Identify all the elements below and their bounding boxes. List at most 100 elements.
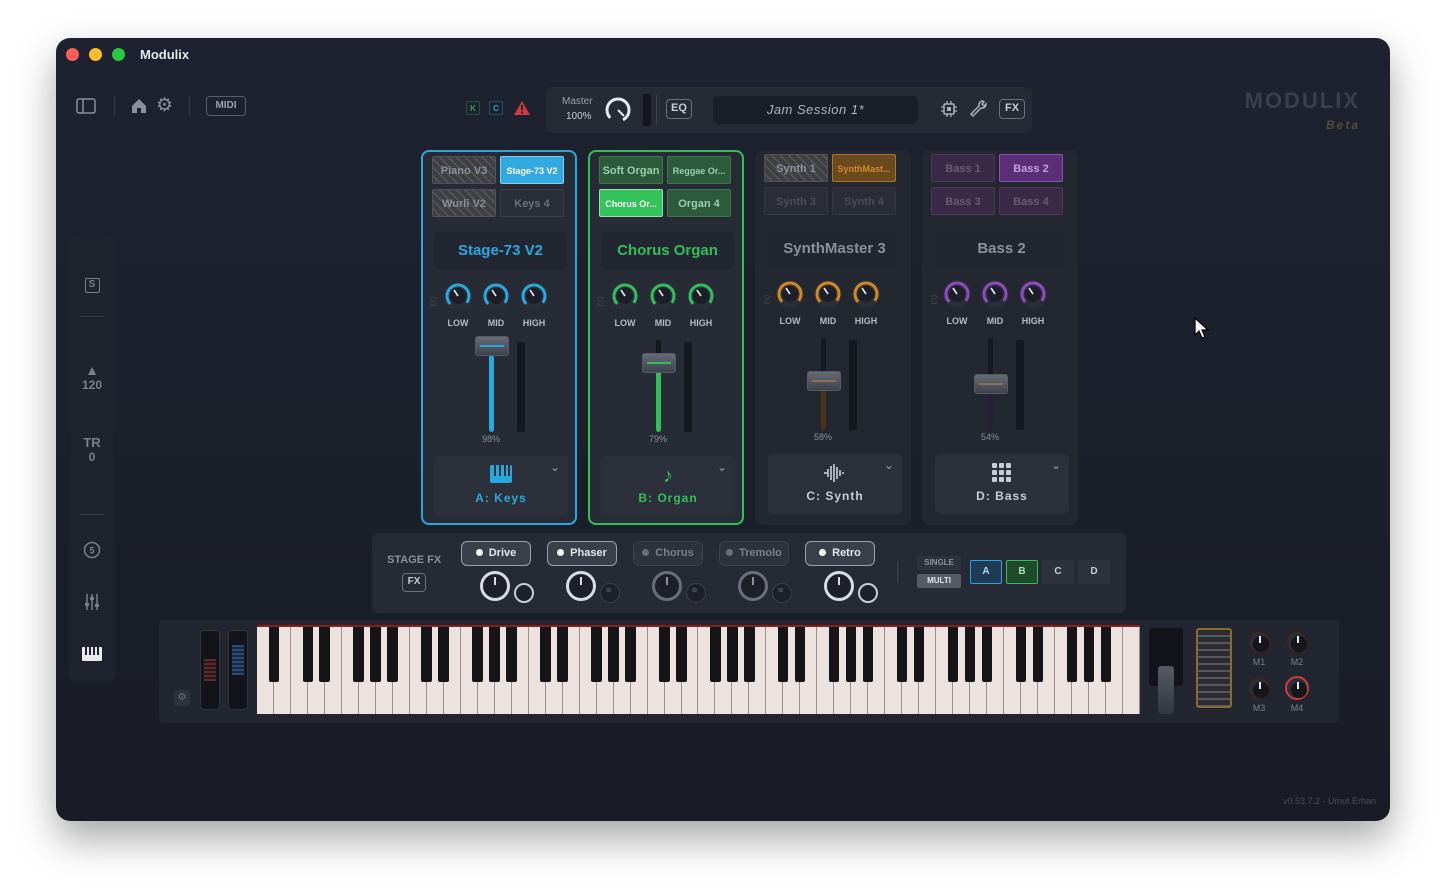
eq-knob[interactable] xyxy=(520,282,548,310)
black-key[interactable] xyxy=(727,627,738,682)
black-key[interactable] xyxy=(472,627,483,682)
black-key[interactable] xyxy=(777,627,789,682)
tempo-value[interactable]: 120 xyxy=(69,378,115,392)
fx-toggle-button[interactable]: Tremolo xyxy=(719,541,789,566)
black-key[interactable] xyxy=(896,627,908,682)
cpu-chip-icon[interactable] xyxy=(940,100,958,123)
preset-slot[interactable]: Synth 4 xyxy=(832,187,896,215)
settings-gear-icon[interactable]: ⚙ xyxy=(156,96,173,115)
metronome-icon[interactable]: ▲ xyxy=(69,362,115,378)
pitch-slider-track[interactable] xyxy=(1149,628,1183,714)
preset-slot[interactable]: Synth 1 xyxy=(764,154,828,182)
black-key[interactable] xyxy=(1083,627,1095,682)
black-key[interactable] xyxy=(981,627,993,682)
preset-slot[interactable]: Reggae Or... xyxy=(667,156,731,184)
eq-knob[interactable] xyxy=(943,280,971,308)
snapshot-button[interactable]: S xyxy=(69,274,115,293)
volume-fader-handle[interactable] xyxy=(475,336,509,356)
chevron-down-icon[interactable]: ⌄ xyxy=(717,460,727,474)
keyboard-view-icon[interactable] xyxy=(69,646,115,667)
preset-slot[interactable]: Bass 4 xyxy=(999,187,1063,215)
volume-fader-handle[interactable] xyxy=(642,353,676,373)
fx-amount-knob[interactable] xyxy=(738,571,768,601)
black-key[interactable] xyxy=(540,627,551,682)
master-volume-knob[interactable] xyxy=(602,94,634,126)
fx-secondary-knob[interactable] xyxy=(514,583,534,603)
black-key[interactable] xyxy=(302,627,314,682)
preset-slot[interactable]: Bass 3 xyxy=(931,187,995,215)
black-key[interactable] xyxy=(268,627,280,682)
close-window-button[interactable] xyxy=(66,48,79,61)
eq-knob[interactable] xyxy=(611,282,639,310)
preset-slot[interactable]: Piano V3 xyxy=(432,156,496,184)
macro-knob[interactable] xyxy=(1247,630,1271,654)
eq-button[interactable]: EQ xyxy=(666,99,692,119)
macro-knob[interactable] xyxy=(1285,630,1309,654)
stage-fx-button[interactable]: FX xyxy=(402,573,426,592)
expression-pedal[interactable] xyxy=(1196,628,1232,708)
pitch-wheel[interactable] xyxy=(200,630,220,710)
part-a-button[interactable]: A xyxy=(970,560,1002,584)
category-selector[interactable]: C: Synth ⌄ xyxy=(768,454,902,514)
part-d-button[interactable]: D xyxy=(1078,560,1110,584)
black-key[interactable] xyxy=(744,627,755,682)
eq-knob[interactable] xyxy=(981,280,1009,308)
eq-knob[interactable] xyxy=(444,282,472,310)
volume-fader-handle[interactable] xyxy=(807,371,841,391)
minimize-window-button[interactable] xyxy=(89,48,102,61)
black-key[interactable] xyxy=(913,627,925,682)
chevron-down-icon[interactable]: ⌄ xyxy=(550,460,560,474)
preset-slot[interactable]: Synth 3 xyxy=(764,187,828,215)
black-key[interactable] xyxy=(1015,627,1027,682)
chevron-down-icon[interactable]: ⌄ xyxy=(1051,458,1061,472)
black-key[interactable] xyxy=(506,627,517,682)
fx-amount-knob[interactable] xyxy=(480,571,510,601)
black-key[interactable] xyxy=(387,627,398,682)
eq-knob[interactable] xyxy=(482,282,510,310)
fx-amount-knob[interactable] xyxy=(824,571,854,601)
category-selector[interactable]: A: Keys ⌄ xyxy=(434,456,568,516)
black-key[interactable] xyxy=(421,627,432,682)
black-key[interactable] xyxy=(591,627,602,682)
macro-knob[interactable] xyxy=(1247,676,1271,700)
black-key[interactable] xyxy=(319,627,330,682)
category-selector[interactable]: D: Bass ⌄ xyxy=(935,454,1069,514)
session-name-field[interactable]: Jam Session 1* xyxy=(713,96,918,124)
black-key[interactable] xyxy=(676,627,687,682)
setlist-icon[interactable]: 5 xyxy=(69,541,115,564)
black-key[interactable] xyxy=(710,627,721,682)
eq-knob[interactable] xyxy=(687,282,715,310)
fx-toggle-button[interactable]: Retro xyxy=(805,541,875,566)
sidebar-toggle-icon[interactable] xyxy=(76,98,96,119)
volume-fader-handle[interactable] xyxy=(974,374,1008,394)
piano-keyboard[interactable] xyxy=(257,625,1140,714)
part-c-button[interactable]: C xyxy=(1042,560,1074,584)
midi-button[interactable]: MIDI xyxy=(206,96,246,116)
part-b-button[interactable]: B xyxy=(1006,560,1038,584)
fx-button[interactable]: FX xyxy=(999,99,1025,119)
black-key[interactable] xyxy=(1066,627,1078,682)
black-key[interactable] xyxy=(659,627,670,682)
wrench-icon[interactable] xyxy=(969,99,989,124)
keyboard-settings-icon[interactable]: ⚙ xyxy=(174,690,190,706)
eq-knob[interactable] xyxy=(814,280,842,308)
mixer-sliders-icon[interactable] xyxy=(69,593,115,616)
fx-amount-knob[interactable] xyxy=(652,571,682,601)
macro-knob[interactable] xyxy=(1285,676,1309,700)
transpose-value[interactable]: 0 xyxy=(69,450,115,464)
black-key[interactable] xyxy=(625,627,636,682)
black-key[interactable] xyxy=(557,627,568,682)
black-key[interactable] xyxy=(1100,627,1112,682)
eq-knob[interactable] xyxy=(852,280,880,308)
preset-slot[interactable]: Soft Organ xyxy=(599,156,663,184)
multi-mode-button[interactable]: MULTI xyxy=(917,574,961,588)
black-key[interactable] xyxy=(794,627,806,682)
preset-slot[interactable]: Keys 4 xyxy=(500,189,564,217)
black-key[interactable] xyxy=(862,627,874,682)
fx-secondary-knob[interactable]: ⚭ xyxy=(600,583,620,603)
pitch-slider-handle[interactable] xyxy=(1158,666,1174,714)
preset-slot[interactable]: Chorus Or... xyxy=(599,189,663,217)
black-key[interactable] xyxy=(828,627,840,682)
black-key[interactable] xyxy=(489,627,500,682)
white-key[interactable] xyxy=(1123,627,1140,714)
